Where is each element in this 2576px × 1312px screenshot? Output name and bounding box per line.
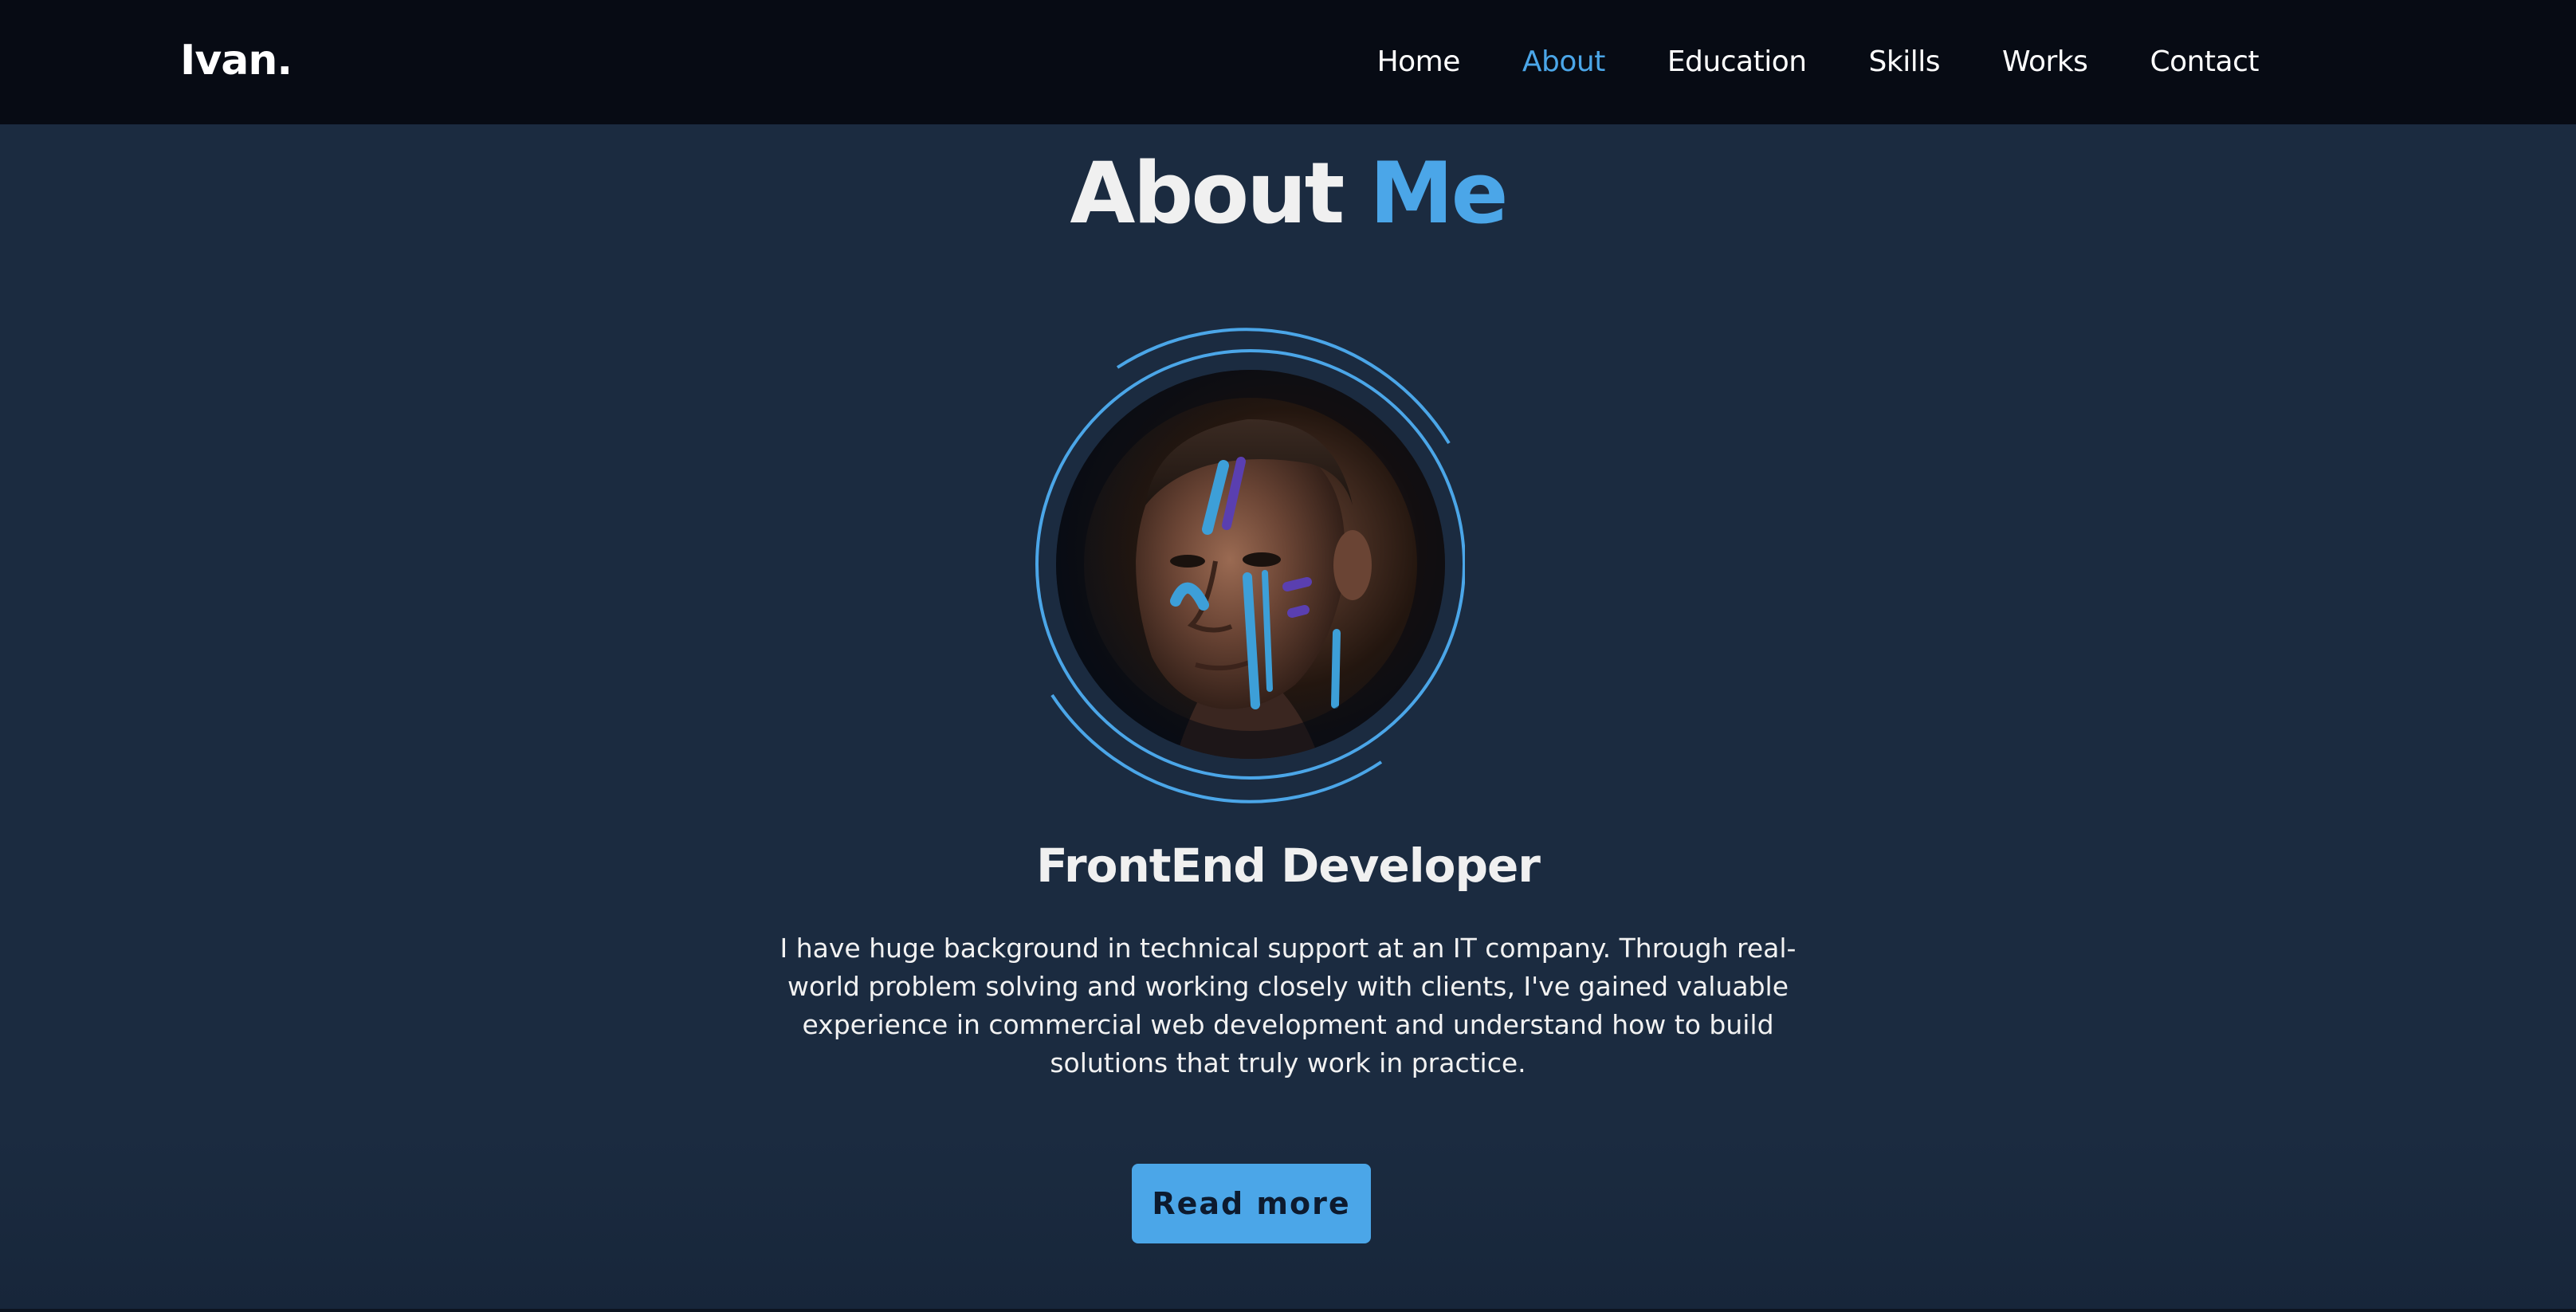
nav-link-about[interactable]: About — [1522, 40, 1605, 84]
about-description: I have huge background in technical supp… — [779, 933, 1797, 1078]
avatar-rings — [1035, 328, 1465, 803]
site-header: Ivan. Home About Education Skills Works … — [0, 0, 2576, 124]
nav-link-works[interactable]: Works — [2002, 40, 2088, 84]
section-title-word2: Me — [1369, 144, 1508, 242]
page-bottom-border — [0, 1309, 2576, 1312]
site-logo[interactable]: Ivan. — [180, 32, 293, 89]
section-title-word1: About — [1070, 144, 1345, 242]
nav-link-home[interactable]: Home — [1377, 40, 1461, 84]
avatar-frame — [1033, 324, 1465, 811]
nav-link-education[interactable]: Education — [1667, 40, 1807, 84]
nav-link-contact[interactable]: Contact — [2150, 40, 2259, 84]
about-section: About Me FrontEnd Developer I have huge … — [0, 124, 2576, 1310]
role-title: FrontEnd Developer — [1036, 839, 1541, 893]
read-more-button[interactable]: Read more — [1132, 1164, 1371, 1243]
main-nav: Home About Education Skills Works Contac… — [1377, 40, 2260, 84]
section-title: About Me — [0, 142, 2576, 246]
nav-link-skills[interactable]: Skills — [1869, 40, 1941, 84]
